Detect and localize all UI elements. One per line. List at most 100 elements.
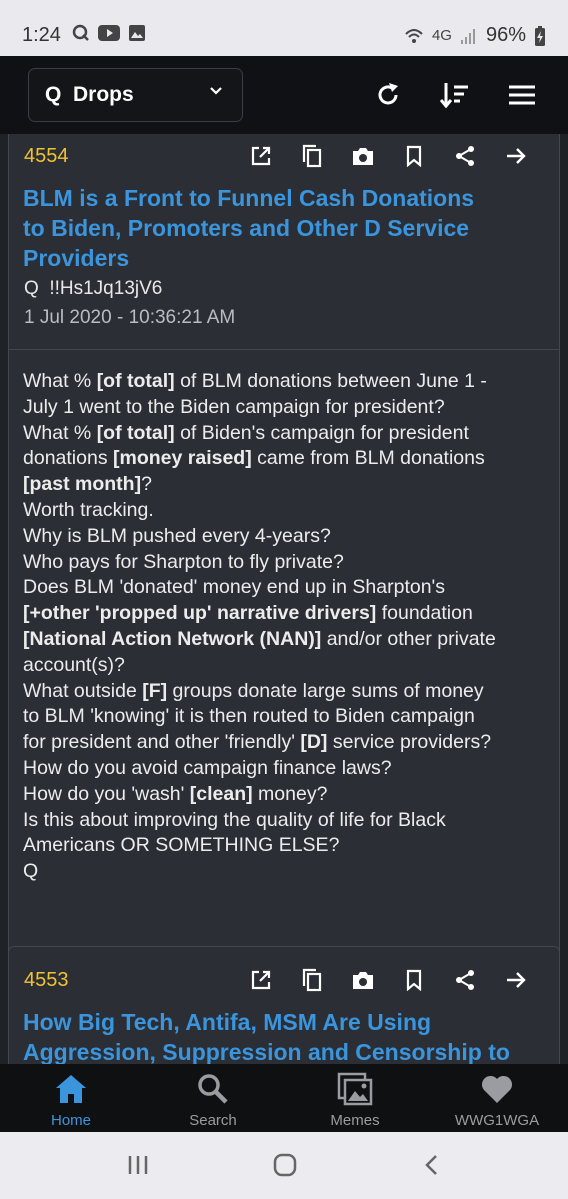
clock: 1:24	[22, 24, 61, 46]
share-button[interactable]	[439, 965, 490, 995]
post-title-line: BLM is a Front to Funnel Cash Donations	[23, 185, 475, 211]
post-body-text: Why is BLM pushed every 4-years?	[23, 524, 331, 547]
forward-icon	[506, 148, 526, 164]
post-body-line: [past month]?	[23, 472, 553, 498]
post-body-emphasis: [past month]	[23, 473, 142, 496]
open-external-button[interactable]	[235, 141, 286, 171]
post-body-emphasis: [F]	[142, 679, 168, 702]
home-icon	[56, 1075, 86, 1103]
post-body-text: How do you 'wash'	[23, 782, 190, 805]
post-author: Q !!Hs1Jq13jV6	[24, 278, 163, 299]
menu-icon[interactable]	[507, 80, 537, 110]
feed-selector-label: Q Drops	[45, 83, 134, 106]
copy-button[interactable]	[286, 965, 337, 995]
post-body-text: account(s)?	[23, 653, 125, 676]
bottom-navigation: Home Search Memes WWG1WGA	[0, 1064, 568, 1132]
back-icon[interactable]	[418, 1152, 448, 1178]
post-title[interactable]: How Big Tech, Antifa, MSM Are Using Aggr…	[23, 1007, 543, 1064]
post-body-line: [+other 'propped up' narrative drivers] …	[23, 601, 553, 627]
post-body-text: Worth tracking.	[23, 498, 154, 521]
post-body-emphasis: [D]	[300, 731, 328, 754]
nav-memes[interactable]: Memes	[284, 1064, 426, 1132]
post-body: What % [of total] of BLM donations betwe…	[23, 369, 553, 885]
post-date: 1 Jul 2020 - 10:36:21 AM	[24, 307, 236, 328]
post-body-text: came from BLM donations	[251, 447, 485, 470]
copy-icon	[302, 144, 321, 168]
app-bar: Q Drops	[0, 56, 568, 134]
post-body-emphasis: [clean]	[189, 782, 253, 805]
open-external-icon	[251, 970, 270, 990]
nav-home[interactable]: Home	[0, 1064, 142, 1132]
post-body-line: July 1 went to the Biden campaign for pr…	[23, 395, 553, 421]
q-app-icon	[72, 24, 89, 41]
battery-charging-icon	[535, 25, 545, 46]
screenshot-button[interactable]	[337, 141, 388, 171]
post-body-line: What % [of total] of Biden's campaign fo…	[23, 421, 553, 447]
recent-apps-icon[interactable]	[124, 1152, 154, 1178]
post-card[interactable]: 4553 How Big Tech, Antifa, MSM Are Using…	[8, 946, 560, 1064]
wifi-call-icon	[405, 28, 423, 43]
share-button[interactable]	[439, 141, 490, 171]
nav-wwg1wga[interactable]: WWG1WGA	[426, 1064, 568, 1132]
bookmark-button[interactable]	[388, 965, 439, 995]
post-body-line: What % [of total] of BLM donations betwe…	[23, 369, 553, 395]
post-title-line: to Biden, Promoters and Other D Service	[23, 215, 470, 241]
nav-search-label: Search	[189, 1112, 237, 1129]
post-body-text: Americans OR SOMETHING ELSE?	[23, 834, 340, 857]
post-feed[interactable]: 4554 BLM is a Front to Funnel Cash Donat…	[0, 134, 568, 1064]
chevron-down-icon	[210, 87, 222, 95]
forward-button[interactable]	[490, 141, 541, 171]
post-body-line: to BLM 'knowing' it is then routed to Bi…	[23, 704, 553, 730]
post-actions	[235, 965, 541, 995]
post-card[interactable]: 4554 BLM is a Front to Funnel Cash Donat…	[8, 134, 560, 1024]
home-button-icon[interactable]	[270, 1152, 300, 1178]
post-body-text: for president and other 'friendly'	[23, 731, 301, 754]
sort-icon[interactable]	[440, 80, 470, 110]
post-body-line: What outside [F] groups donate large sum…	[23, 679, 553, 705]
search-icon	[198, 1074, 228, 1104]
battery-percent: 96%	[485, 24, 526, 46]
copy-icon	[302, 968, 321, 992]
post-body-text: foundation	[376, 602, 473, 625]
post-body-line: Is this about improving the quality of l…	[23, 808, 553, 834]
system-navigation-bar	[0, 1132, 568, 1199]
open-external-button[interactable]	[235, 965, 286, 995]
nav-search[interactable]: Search	[142, 1064, 284, 1132]
post-title-line: Aggression, Suppression and Censorship t…	[23, 1039, 510, 1064]
heart-icon	[481, 1075, 513, 1103]
nav-home-label: Home	[50, 1112, 91, 1129]
post-actions	[235, 141, 541, 171]
post-number: 4553	[24, 969, 69, 991]
screenshot-button[interactable]	[337, 965, 388, 995]
divider	[9, 349, 559, 350]
post-body-text: and/or other private	[321, 627, 496, 650]
feed-selector-dropdown[interactable]: Q Drops	[28, 68, 243, 122]
forward-button[interactable]	[490, 965, 541, 995]
post-body-text: Who pays for Sharpton to fly private?	[23, 550, 344, 573]
post-body-text: service providers?	[327, 731, 492, 754]
status-bar: 1:24 4G 96%	[0, 0, 568, 56]
post-body-line: How do you 'wash' [clean] money?	[23, 782, 553, 808]
refresh-icon[interactable]	[373, 80, 403, 110]
post-body-line: How do you avoid campaign finance laws?	[23, 756, 553, 782]
camera-icon	[352, 972, 373, 989]
open-external-icon	[251, 146, 270, 166]
post-body-text: Q	[23, 860, 39, 883]
nav-memes-label: Memes	[330, 1112, 380, 1129]
post-title[interactable]: BLM is a Front to Funnel Cash Donations …	[23, 183, 543, 273]
post-body-text: July 1 went to the Biden campaign for pr…	[23, 395, 445, 418]
post-title-line: How Big Tech, Antifa, MSM Are Using	[23, 1009, 432, 1035]
post-body-text: What %	[23, 421, 97, 444]
post-body-text: donations	[23, 447, 113, 470]
gallery-icon	[129, 25, 145, 41]
post-body-line: account(s)?	[23, 653, 553, 679]
camera-icon	[352, 148, 373, 165]
copy-button[interactable]	[286, 141, 337, 171]
share-icon	[455, 146, 474, 166]
bookmark-icon	[406, 969, 421, 991]
post-body-line: donations [money raised] came from BLM d…	[23, 446, 553, 472]
nav-wwg1wga-label: WWG1WGA	[454, 1112, 540, 1129]
post-body-emphasis: [of total]	[96, 370, 175, 392]
bookmark-button[interactable]	[388, 141, 439, 171]
post-body-text: What outside	[23, 679, 143, 702]
